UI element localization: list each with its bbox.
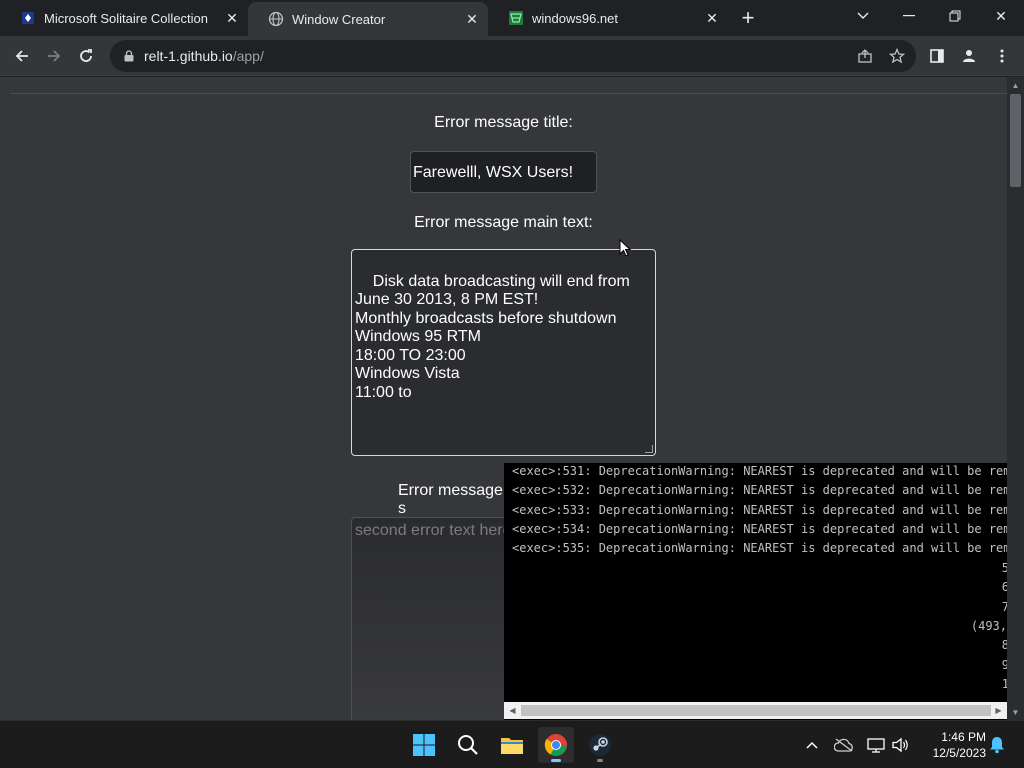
tab-close-icon[interactable]: ✕ (704, 10, 720, 26)
url-path: /app/ (232, 48, 264, 64)
solitaire-favicon-icon (20, 10, 36, 26)
console-output: 1 (1001, 677, 1007, 691)
console-line: <exec>:533: DeprecationWarning: NEAREST … (512, 503, 1007, 517)
lock-icon[interactable] (122, 49, 136, 63)
search-icon[interactable] (450, 727, 486, 763)
clock[interactable]: 1:46 PM 12/5/2023 (916, 729, 986, 761)
page-scrollbar[interactable]: ▲ ▼ (1007, 77, 1024, 720)
side-panel-icon[interactable] (921, 40, 953, 72)
resize-grip-icon[interactable] (645, 445, 653, 453)
console-line: <exec>:532: DeprecationWarning: NEAREST … (512, 483, 1007, 497)
restore-icon[interactable] (932, 0, 978, 32)
bookmark-star-icon[interactable] (888, 47, 906, 69)
scrollbar-thumb[interactable] (1010, 94, 1021, 187)
console-output: 8 (1001, 638, 1007, 652)
main-text-label: Error message main text: (414, 214, 593, 231)
scroll-left-arrow-icon[interactable]: ◀ (504, 702, 521, 719)
scroll-up-arrow-icon[interactable]: ▲ (1007, 77, 1024, 93)
title-label: Error message title: (434, 114, 573, 131)
onedrive-cloud-icon[interactable] (832, 733, 856, 757)
console-horizontal-scrollbar[interactable]: ◀ ▶ (504, 702, 1007, 719)
show-hidden-icons-chevron-icon[interactable] (800, 733, 824, 757)
console-window[interactable]: <exec>:531: DeprecationWarning: NEAREST … (504, 463, 1007, 720)
clock-time: 1:46 PM (941, 730, 986, 744)
taskbar: 1:46 PM 12/5/2023 (0, 720, 1024, 768)
url-host: relt-1.github.io (144, 48, 233, 64)
error-title-input[interactable]: Farewelll, WSX Users! (410, 151, 597, 193)
clock-date: 12/5/2023 (932, 746, 986, 760)
console-line: <exec>:534: DeprecationWarning: NEAREST … (512, 522, 1007, 536)
error-main-textarea[interactable]: Disk data broadcasting will end from Jun… (351, 249, 656, 456)
console-scrollbar-thumb[interactable] (521, 705, 991, 716)
second-text-placeholder: second error text here (355, 522, 512, 539)
globe-icon (268, 11, 284, 27)
tab-strip: Microsoft Solitaire Collection ✕ Window … (0, 0, 1024, 36)
tab-search-chevron-down-icon[interactable] (840, 0, 886, 32)
browser-toolbar: relt-1.github.io/app/ (0, 36, 1024, 76)
console-output: 7 (1001, 600, 1007, 614)
url-text[interactable]: relt-1.github.io/app/ (144, 48, 264, 64)
network-icon[interactable] (864, 733, 888, 757)
console-output: 6 (1001, 580, 1007, 594)
steam-icon[interactable] (582, 727, 618, 763)
console-line: <exec>:531: DeprecationWarning: NEAREST … (512, 464, 1007, 478)
console-output: (493, (970, 619, 1007, 633)
tab-solitaire[interactable]: Microsoft Solitaire Collection ✕ (0, 0, 248, 36)
volume-icon[interactable] (889, 733, 913, 757)
tab-close-icon[interactable]: ✕ (464, 11, 480, 27)
new-tab-icon[interactable]: + (734, 4, 762, 32)
notification-bell-icon[interactable] (985, 733, 1009, 757)
divider (10, 93, 1007, 94)
windows96-favicon-icon (508, 10, 524, 26)
tab-title: windows96.net (532, 10, 618, 26)
start-windows-icon[interactable] (406, 727, 442, 763)
tab-windows96[interactable]: windows96.net ✕ (488, 0, 728, 36)
forward-arrow-icon[interactable] (38, 40, 70, 72)
more-menu-icon[interactable] (986, 40, 1018, 72)
console-output: 5 (1001, 561, 1007, 575)
file-explorer-icon[interactable] (494, 727, 530, 763)
tab-title: Microsoft Solitaire Collection (44, 10, 209, 26)
share-icon[interactable] (857, 48, 873, 69)
chrome-icon[interactable] (538, 727, 574, 763)
scroll-down-arrow-icon[interactable]: ▼ (1007, 704, 1024, 720)
back-arrow-icon[interactable] (6, 40, 38, 72)
scroll-right-arrow-icon[interactable]: ▶ (990, 702, 1007, 719)
mouse-cursor-icon (619, 239, 631, 257)
profile-avatar-icon[interactable] (953, 40, 985, 72)
tab-close-icon[interactable]: ✕ (224, 10, 240, 26)
tab-title: Window Creator (292, 11, 386, 27)
address-bar[interactable]: relt-1.github.io/app/ (110, 40, 916, 72)
console-line: <exec>:535: DeprecationWarning: NEAREST … (512, 541, 1007, 555)
console-output: 9 (1001, 658, 1007, 672)
main-text-value: Disk data broadcasting will end from Jun… (355, 272, 630, 401)
minimize-icon[interactable] (886, 0, 932, 32)
second-text-label: Error message s (398, 482, 503, 517)
tab-window-creator[interactable]: Window Creator ✕ (248, 2, 488, 36)
close-window-icon[interactable]: ✕ (978, 0, 1024, 32)
reload-icon[interactable] (70, 40, 102, 72)
